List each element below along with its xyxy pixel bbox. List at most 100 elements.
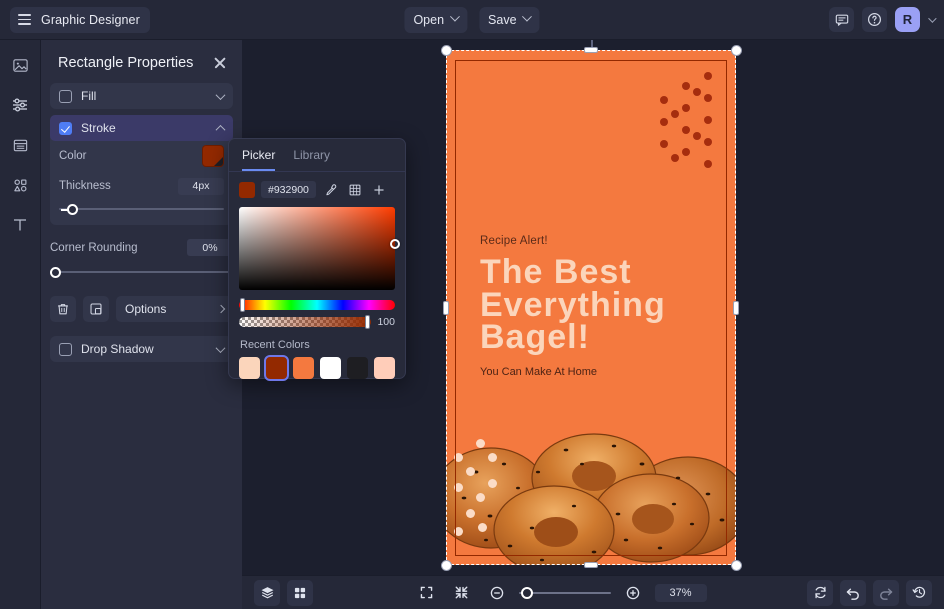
plus-icon [374,184,384,195]
duplicate-button[interactable] [83,296,109,322]
recent-color-swatch[interactable] [374,357,395,379]
tab-picker[interactable]: Picker [242,148,276,171]
open-button[interactable]: Open [404,6,468,33]
recent-color-swatch[interactable] [239,357,260,379]
handle-top-left[interactable] [440,44,452,56]
collapse-button[interactable] [449,580,475,606]
handle-top-right[interactable] [730,44,742,56]
fit-screen-button[interactable] [414,580,440,606]
options-label: Options [125,302,167,316]
options-button[interactable]: Options [116,296,233,322]
recent-color-swatch[interactable] [347,357,368,379]
rail-item-text[interactable] [7,212,33,238]
rail-item-image[interactable] [7,52,33,78]
zoom-slider-handle[interactable] [520,586,533,599]
close-panel-button[interactable] [212,55,228,71]
alpha-value: 100 [377,316,395,328]
help-button[interactable] [862,7,887,32]
chevron-up-icon[interactable] [215,124,226,135]
recent-color-swatch[interactable] [320,357,341,379]
saturation-value-field[interactable] [239,207,400,290]
shapes-icon [13,178,26,191]
zoom-out-button[interactable] [484,580,510,606]
zoom-level[interactable]: 37% [654,583,707,602]
layers-icon [261,587,273,599]
bottom-left-group [254,579,313,606]
corner-rounding-slider[interactable] [50,264,233,280]
stroke-color-swatch[interactable] [202,145,224,167]
corner-rounding-slider-handle[interactable] [50,266,61,278]
panel-header: Rectangle Properties [41,40,242,71]
grid-view-button[interactable] [287,579,313,606]
tab-library[interactable]: Library [293,148,330,171]
history-button[interactable] [906,579,932,606]
sync-button[interactable] [807,579,833,606]
thickness-slider-handle[interactable] [61,203,79,215]
delete-button[interactable] [50,296,76,322]
stroke-group: Stroke Color Thickness 4px [50,115,233,225]
current-color-swatch[interactable] [239,181,255,198]
add-color-button[interactable] [371,181,388,198]
zoom-slider[interactable] [518,586,611,600]
hamburger-icon [18,14,31,25]
image-icon [12,58,28,72]
corner-rounding-label: Corner Rounding [50,241,138,254]
rail-item-adjustments[interactable] [7,92,33,118]
recent-color-swatch[interactable] [293,357,314,379]
alpha-slider-handle[interactable] [365,315,371,329]
hue-slider-handle[interactable] [240,298,245,312]
duplicate-icon [90,303,102,315]
history-icon [911,586,925,598]
hex-input[interactable]: #932900 [261,181,316,198]
chevron-down-icon[interactable] [215,342,226,353]
sv-cursor[interactable] [390,239,400,249]
zoom-in-icon [626,586,639,599]
save-button[interactable]: Save [479,6,540,33]
stroke-checkbox[interactable] [59,121,72,135]
handle-middle-right[interactable] [733,300,739,315]
undo-button[interactable] [840,579,866,606]
drop-shadow-checkbox[interactable] [59,342,72,356]
object-actions: Options [50,296,233,322]
picker-tabs: Picker Library [229,139,405,172]
properties-panel: Rectangle Properties Fill Stroke Color T… [41,40,242,609]
top-center-actions: Open Save [404,6,540,33]
comment-button[interactable] [829,7,854,32]
stroke-row[interactable]: Stroke [50,115,233,141]
stroke-settings: Color Thickness 4px [50,141,233,225]
thickness-slider[interactable] [59,201,224,217]
corner-rounding-row: Corner Rounding 0% [50,239,233,256]
rail-item-layout[interactable] [7,132,33,158]
handle-middle-left[interactable] [443,300,449,315]
artboard[interactable]: Recipe Alert! The Best Everything Bagel!… [446,50,736,565]
thickness-value[interactable]: 4px [178,177,224,195]
rail-item-shapes[interactable] [7,172,33,198]
zoom-in-button[interactable] [620,580,646,606]
corner-rounding-value[interactable]: 0% [187,239,233,256]
recent-colors-title: Recent Colors [240,339,310,351]
help-circle-icon [867,12,882,27]
drop-shadow-row[interactable]: Drop Shadow [50,336,233,362]
hex-row: #932900 [229,172,405,198]
redo-button[interactable] [873,579,899,606]
fill-row[interactable]: Fill [50,83,233,109]
recent-color-swatch[interactable] [264,355,289,381]
app-title: Graphic Designer [41,12,140,27]
main-menu-button[interactable]: Graphic Designer [10,6,150,33]
alpha-slider[interactable] [239,315,372,329]
avatar[interactable]: R [895,7,920,32]
comment-icon [835,14,848,26]
redo-icon [880,588,893,600]
palette-button[interactable] [347,181,364,198]
handle-bottom-center[interactable] [584,562,598,568]
chevron-down-icon[interactable] [215,89,226,100]
layers-button[interactable] [254,579,280,606]
account-chevron-down-icon[interactable] [928,13,937,23]
handle-bottom-right[interactable] [730,559,742,571]
hue-slider[interactable] [239,298,395,312]
fill-checkbox[interactable] [59,89,72,103]
text-icon [14,219,26,231]
handle-top-center[interactable] [584,47,598,53]
handle-bottom-left[interactable] [440,559,452,571]
eyedropper-button[interactable] [323,181,340,198]
